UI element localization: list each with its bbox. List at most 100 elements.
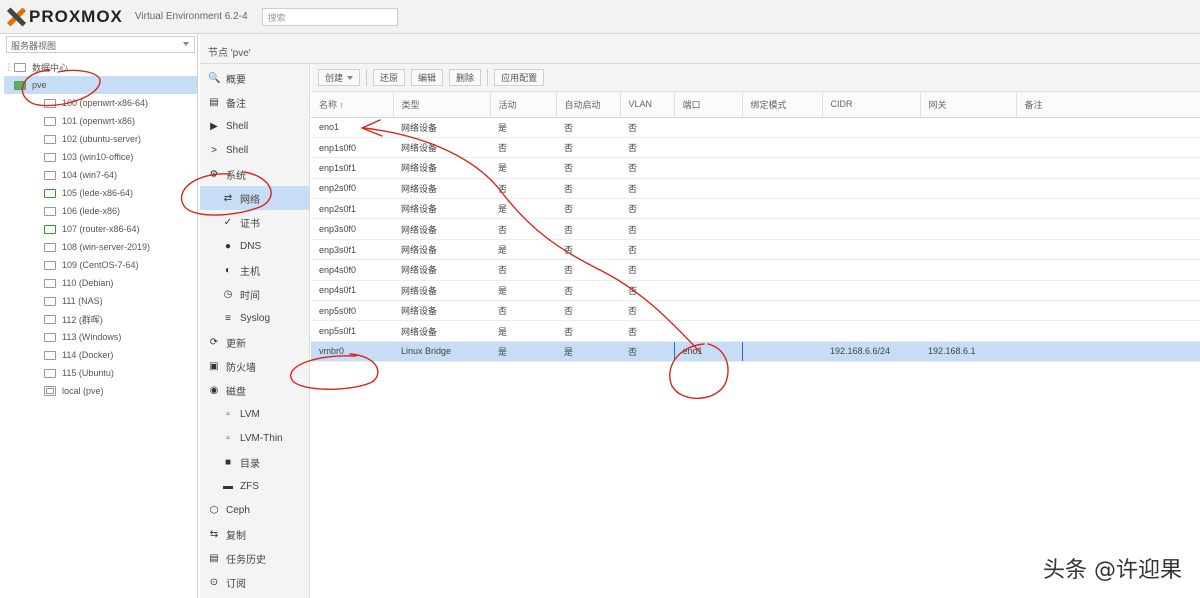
vm-icon bbox=[44, 332, 56, 342]
column-header[interactable]: 端口 bbox=[674, 92, 743, 118]
tree-node-pve[interactable]: pve bbox=[4, 76, 197, 94]
view-selector[interactable]: 服务器视图 bbox=[6, 36, 195, 53]
chevron-down-icon bbox=[183, 42, 189, 46]
nav-item[interactable]: ≡ Syslog bbox=[200, 306, 310, 330]
nav-item[interactable]: ■ 目录 bbox=[200, 450, 310, 474]
cell-vlan: 否 bbox=[620, 259, 674, 281]
cell-type: 网络设备 bbox=[393, 178, 490, 200]
tree-item[interactable]: 106 (lede-x86) bbox=[4, 202, 197, 220]
create-button[interactable]: 创建 bbox=[318, 69, 361, 86]
tree-item[interactable]: 112 (群晖) bbox=[4, 310, 197, 328]
column-header[interactable]: CIDR bbox=[822, 92, 921, 118]
nav-item[interactable]: ⊙ 订阅 bbox=[200, 570, 310, 594]
nav-item[interactable]: ▤ 任务历史 bbox=[200, 546, 310, 570]
column-header[interactable]: 备注 bbox=[1016, 92, 1200, 118]
table-row[interactable]: enp4s0f0 网络设备否否否 bbox=[311, 259, 1200, 281]
nav-item[interactable]: ⇆ 复制 bbox=[200, 522, 310, 546]
cell-gateway bbox=[920, 300, 1016, 322]
tree-item[interactable]: 101 (openwrt-x86) bbox=[4, 112, 197, 130]
vm-icon bbox=[44, 278, 56, 288]
cell-type: 网络设备 bbox=[393, 117, 490, 138]
nav-item[interactable]: ◐ 主机 bbox=[200, 258, 310, 282]
nav-item-label: 证书 bbox=[240, 218, 260, 230]
table-row[interactable]: enp5s0f1 网络设备是否否 bbox=[311, 320, 1200, 342]
tree-item[interactable]: 113 (Windows) bbox=[4, 328, 197, 346]
tree-datacenter[interactable]: ⋮ 数据中心 bbox=[4, 58, 197, 76]
tree-item[interactable]: 103 (win10-office) bbox=[4, 148, 197, 166]
nav-item[interactable]: ◉ 磁盘 bbox=[200, 378, 310, 402]
column-header[interactable]: 自动启动 bbox=[556, 92, 621, 118]
nav-item[interactable]: ✓ 证书 bbox=[200, 210, 310, 234]
cell-type: Linux Bridge bbox=[393, 341, 490, 363]
tree-item[interactable]: 108 (win-server-2019) bbox=[4, 238, 197, 256]
nav-item-label: 更新 bbox=[226, 338, 246, 350]
tree-item[interactable]: 105 (lede-x86-64) bbox=[4, 184, 197, 202]
vm-icon bbox=[44, 134, 56, 144]
proxmox-x-icon bbox=[6, 7, 26, 27]
tree-item[interactable]: local (pve) bbox=[4, 382, 197, 400]
apply-config-button[interactable]: 应用配置 bbox=[494, 69, 545, 86]
nav-item[interactable]: ▣ 防火墙 bbox=[200, 354, 310, 378]
table-row[interactable]: enp1s0f1 网络设备是否否 bbox=[311, 157, 1200, 179]
delete-button[interactable]: 删除 bbox=[449, 69, 482, 86]
nav-item[interactable]: ⟳ 更新 bbox=[200, 330, 310, 354]
table-row[interactable]: enp2s0f1 网络设备是否否 bbox=[311, 198, 1200, 220]
tree-item[interactable]: 100 (openwrt-x86-64) bbox=[4, 94, 197, 112]
revert-button[interactable]: 还原 bbox=[373, 69, 406, 86]
nav-item[interactable]: ▤ 备注 bbox=[200, 90, 310, 114]
table-row[interactable]: eno1 网络设备是否否 bbox=[311, 117, 1200, 138]
tree-item[interactable]: 114 (Docker) bbox=[4, 346, 197, 364]
tree-item[interactable]: 111 (NAS) bbox=[4, 292, 197, 310]
tree-item-label: 108 (win-server-2019) bbox=[62, 242, 151, 252]
column-header[interactable]: 类型 bbox=[393, 92, 491, 118]
nav-item[interactable]: ⇄ 网络 bbox=[200, 186, 310, 210]
nav-item[interactable]: ▶ Shell bbox=[200, 114, 310, 138]
server-node-icon bbox=[14, 80, 26, 90]
column-header[interactable]: 活动 bbox=[490, 92, 557, 118]
nav-item[interactable]: ⚙ 系统 bbox=[200, 162, 310, 186]
column-header[interactable]: 名称 ↑ bbox=[311, 92, 394, 118]
nav-item[interactable]: ▫ LVM bbox=[200, 402, 310, 426]
cell-name: enp3s0f0 bbox=[311, 218, 393, 240]
cell-comment bbox=[1016, 137, 1200, 159]
nav-item-label: 概要 bbox=[226, 74, 246, 86]
column-header[interactable]: 绑定模式 bbox=[742, 92, 823, 118]
cell-cidr bbox=[822, 198, 920, 220]
edit-button[interactable]: 编辑 bbox=[411, 69, 444, 86]
table-row[interactable]: vmbr0 Linux Bridge 是是否 eno1 192.168.6.6/24 19… bbox=[311, 340, 1200, 363]
collapse-icon[interactable]: ⋮ bbox=[4, 62, 14, 73]
cell-comment bbox=[1016, 300, 1200, 322]
tree-item[interactable]: 110 (Debian) bbox=[4, 274, 197, 292]
nav-icon: ▫ bbox=[226, 408, 230, 420]
nav-item[interactable]: > Shell bbox=[200, 138, 310, 162]
create-button-label: 创建 bbox=[325, 73, 344, 83]
cell-comment bbox=[1016, 218, 1200, 240]
tree-item[interactable]: 104 (win7-64) bbox=[4, 166, 197, 184]
tree-item[interactable]: 107 (router-x86-64) bbox=[4, 220, 197, 238]
table-row[interactable]: enp3s0f1 网络设备是否否 bbox=[311, 239, 1200, 261]
nav-item[interactable]: ▫ LVM-Thin bbox=[200, 426, 310, 450]
nav-item[interactable]: ◷ 时间 bbox=[200, 282, 310, 306]
column-header[interactable]: 网关 bbox=[920, 92, 1017, 118]
cell-ports: eno1 bbox=[673, 340, 743, 363]
tree-item[interactable]: 102 (ubuntu-server) bbox=[4, 130, 197, 148]
column-header[interactable]: VLAN bbox=[620, 92, 675, 118]
cell-cidr bbox=[822, 239, 920, 261]
nav-item[interactable]: ● DNS bbox=[200, 234, 310, 258]
search-input[interactable]: 搜索 bbox=[261, 7, 398, 26]
table-row[interactable]: enp5s0f0 网络设备否否否 bbox=[311, 300, 1200, 322]
cell-bond bbox=[742, 300, 822, 322]
table-row[interactable]: enp2s0f0 网络设备否否否 bbox=[311, 178, 1200, 200]
nav-item[interactable]: ⬡ Ceph bbox=[200, 498, 310, 522]
table-row[interactable]: enp3s0f0 网络设备否否否 bbox=[311, 218, 1200, 240]
nav-item[interactable]: ▬ ZFS bbox=[200, 474, 310, 498]
table-row[interactable]: enp1s0f0 网络设备否否否 bbox=[311, 137, 1200, 159]
table-row[interactable]: enp4s0f1 网络设备是否否 bbox=[311, 280, 1200, 302]
cell-gateway bbox=[920, 117, 1016, 138]
nav-item-label: Ceph bbox=[226, 504, 250, 516]
tree-item[interactable]: 109 (CentOS-7-64) bbox=[4, 256, 197, 274]
nav-item[interactable]: 🔍 概要 bbox=[200, 66, 310, 90]
tree-item-label: 101 (openwrt-x86) bbox=[62, 116, 136, 126]
chevron-down-icon bbox=[347, 75, 354, 80]
tree-item[interactable]: 115 (Ubuntu) bbox=[4, 364, 197, 382]
